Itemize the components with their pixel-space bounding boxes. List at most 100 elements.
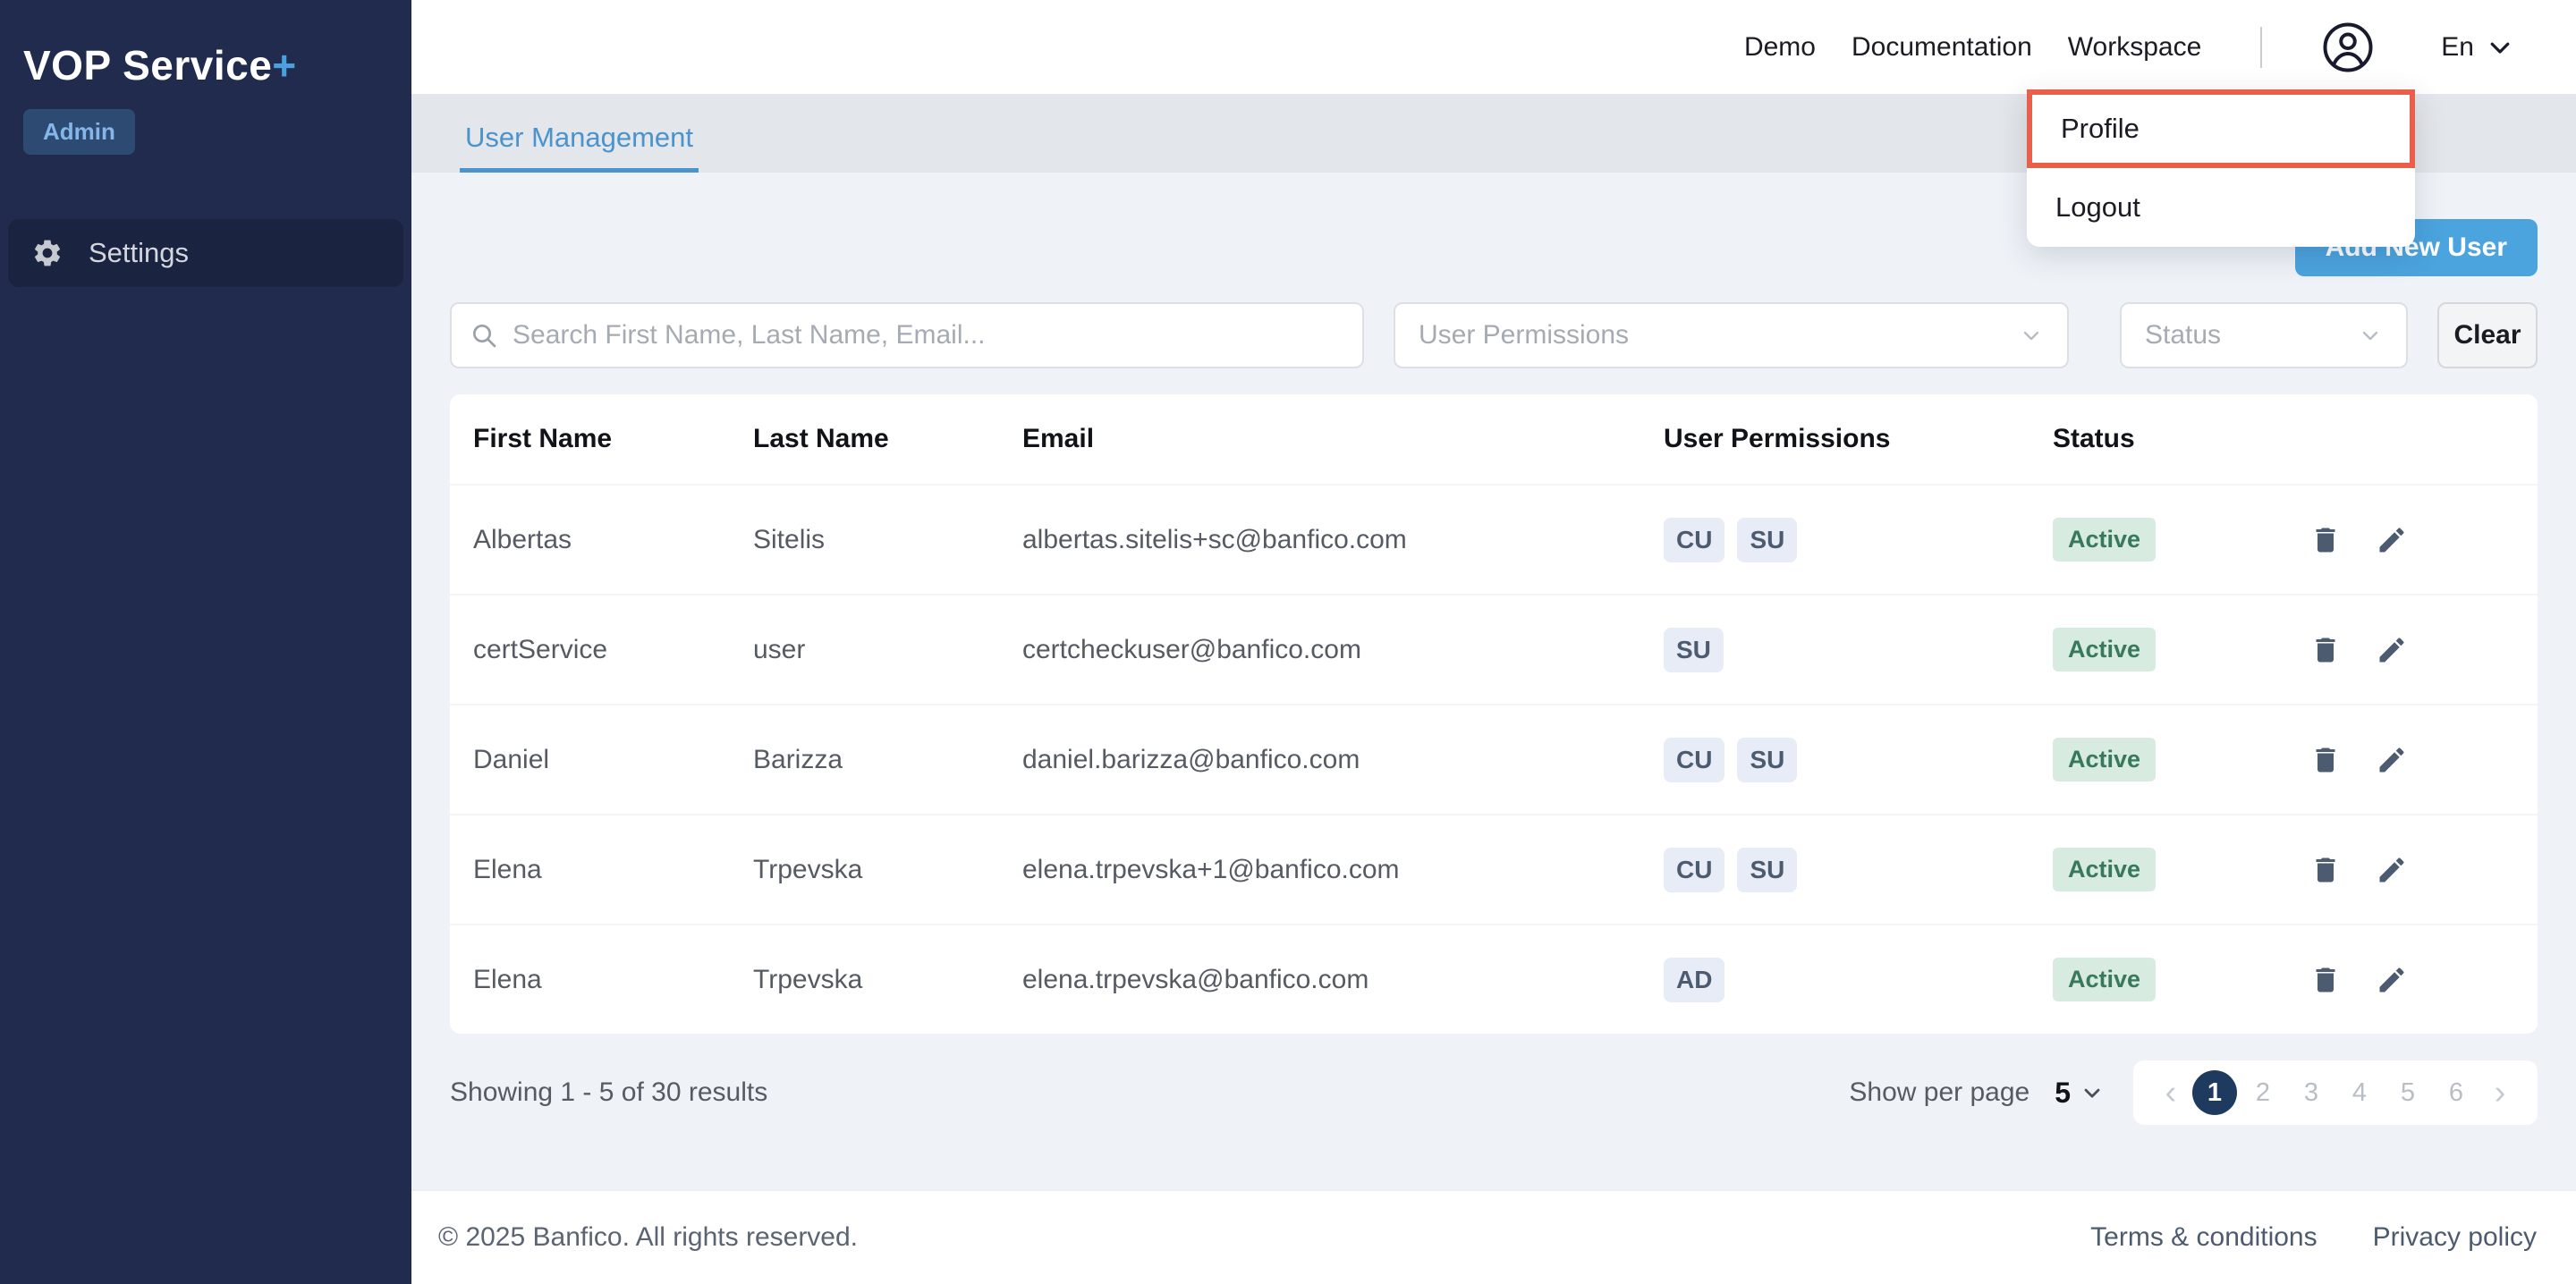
delete-user-button[interactable] — [2309, 744, 2342, 776]
column-status: Status — [2053, 424, 2301, 454]
clear-filters-button[interactable]: Clear — [2437, 302, 2538, 368]
next-page-button[interactable]: › — [2480, 1074, 2520, 1112]
footer-links: Terms & conditions Privacy policy — [2090, 1222, 2537, 1253]
page-button-4[interactable]: 4 — [2337, 1070, 2382, 1115]
status-filter-select[interactable]: Status — [2120, 302, 2408, 368]
page-button-3[interactable]: 3 — [2289, 1070, 2334, 1115]
permission-badge: CU — [1664, 518, 1724, 562]
trash-icon — [2309, 964, 2342, 996]
permission-badge: SU — [1737, 738, 1797, 782]
delete-user-button[interactable] — [2309, 524, 2342, 556]
table-row: ElenaTrpevskaelena.trpevska+1@banfico.co… — [450, 814, 2538, 924]
edit-user-button[interactable] — [2376, 854, 2408, 886]
page-button-1[interactable]: 1 — [2192, 1070, 2237, 1115]
cell-status: Active — [2053, 958, 2301, 1001]
column-first-name: First Name — [473, 424, 753, 454]
cell-last-name: Sitelis — [753, 525, 1022, 555]
cell-status: Active — [2053, 518, 2301, 562]
menu-item-profile[interactable]: Profile — [2027, 89, 2415, 168]
edit-user-button[interactable] — [2376, 964, 2408, 996]
cell-email: albertas.sitelis+sc@banfico.com — [1022, 525, 1664, 555]
permission-badge: SU — [1664, 628, 1724, 672]
users-table-card: First Name Last Name Email User Permissi… — [450, 394, 2538, 1034]
delete-user-button[interactable] — [2309, 634, 2342, 666]
cell-status: Active — [2053, 848, 2301, 891]
cell-actions — [2301, 744, 2538, 776]
delete-user-button[interactable] — [2309, 854, 2342, 886]
cell-first-name: Elena — [473, 855, 753, 885]
top-header: Demo Documentation Workspace En — [411, 0, 2576, 94]
status-badge: Active — [2053, 518, 2156, 562]
table-body: AlbertasSitelisalbertas.sitelis+sc@banfi… — [450, 484, 2538, 1034]
nav-demo[interactable]: Demo — [1744, 32, 1816, 63]
chevron-down-icon — [2358, 323, 2383, 348]
sidebar: VOP Service+ Admin Settings — [0, 0, 411, 1284]
terms-link[interactable]: Terms & conditions — [2090, 1222, 2317, 1253]
sidebar-item-settings[interactable]: Settings — [8, 219, 403, 287]
chevron-down-icon — [2487, 34, 2513, 61]
cell-email: certcheckuser@banfico.com — [1022, 635, 1664, 665]
table-row: DanielBarizzadaniel.barizza@banfico.comC… — [450, 704, 2538, 814]
prev-page-button[interactable]: ‹ — [2151, 1074, 2190, 1112]
cell-first-name: Elena — [473, 965, 753, 995]
person-circle-icon — [2321, 21, 2375, 74]
per-page-label: Show per page — [1849, 1077, 2029, 1108]
tab-user-management[interactable]: User Management — [460, 122, 699, 173]
edit-user-button[interactable] — [2376, 744, 2408, 776]
account-button[interactable] — [2321, 21, 2375, 74]
per-page-selector[interactable]: Show per page 5 — [1849, 1077, 2105, 1110]
table-row: certServiceusercertcheckuser@banfico.com… — [450, 594, 2538, 704]
nav-documentation[interactable]: Documentation — [1852, 32, 2032, 63]
page-button-6[interactable]: 6 — [2434, 1070, 2479, 1115]
cell-permissions: SU — [1664, 628, 2053, 672]
cell-first-name: certService — [473, 635, 753, 665]
table-row: AlbertasSitelisalbertas.sitelis+sc@banfi… — [450, 484, 2538, 594]
language-selector[interactable]: En — [2441, 32, 2513, 63]
permissions-filter-select[interactable]: User Permissions — [1394, 302, 2069, 368]
cell-permissions: CU SU — [1664, 518, 2053, 562]
role-badge: Admin — [23, 109, 135, 155]
page-numbers: 123456 — [2190, 1070, 2480, 1115]
pencil-icon — [2376, 744, 2408, 776]
permission-badge: SU — [1737, 518, 1797, 562]
page-button-5[interactable]: 5 — [2385, 1070, 2430, 1115]
cell-permissions: CUSU — [1664, 848, 2053, 892]
cell-email: elena.trpevska+1@banfico.com — [1022, 855, 1664, 885]
app-logo: VOP Service+ — [0, 0, 411, 89]
cell-email: elena.trpevska@banfico.com — [1022, 965, 1664, 995]
edit-user-button[interactable] — [2376, 634, 2408, 666]
menu-item-logout[interactable]: Logout — [2027, 168, 2415, 247]
trash-icon — [2309, 744, 2342, 776]
chevron-down-icon — [2019, 323, 2044, 348]
copyright-text: © 2025 Banfico. All rights reserved. — [438, 1222, 858, 1253]
cell-actions — [2301, 524, 2538, 556]
results-summary: Showing 1 - 5 of 30 results — [450, 1077, 767, 1108]
edit-user-button[interactable] — [2376, 524, 2408, 556]
search-input[interactable] — [513, 320, 1344, 351]
cell-actions — [2301, 634, 2538, 666]
cell-actions — [2301, 854, 2538, 886]
cell-permissions: AD — [1664, 958, 2053, 1002]
page-button-2[interactable]: 2 — [2241, 1070, 2285, 1115]
content-area: Add New User User Permissions Status Cle… — [411, 173, 2576, 1189]
cell-first-name: Daniel — [473, 745, 753, 775]
status-badge: Active — [2053, 628, 2156, 672]
app-logo-plus: + — [272, 42, 296, 89]
column-last-name: Last Name — [753, 424, 1022, 454]
status-badge: Active — [2053, 738, 2156, 781]
magnifier-icon — [470, 321, 498, 350]
privacy-link[interactable]: Privacy policy — [2373, 1222, 2537, 1253]
cell-first-name: Albertas — [473, 525, 753, 555]
trash-icon — [2309, 854, 2342, 886]
column-user-permissions: User Permissions — [1664, 424, 2053, 454]
cell-actions — [2301, 964, 2538, 996]
pencil-icon — [2376, 964, 2408, 996]
delete-user-button[interactable] — [2309, 964, 2342, 996]
header-nav: Demo Documentation Workspace En — [1744, 21, 2513, 74]
permission-badge: CU — [1664, 738, 1724, 782]
pencil-icon — [2376, 634, 2408, 666]
table-header-row: First Name Last Name Email User Permissi… — [450, 394, 2538, 484]
nav-workspace[interactable]: Workspace — [2068, 32, 2202, 63]
language-label: En — [2441, 32, 2474, 63]
sidebar-nav: Settings — [0, 219, 411, 287]
